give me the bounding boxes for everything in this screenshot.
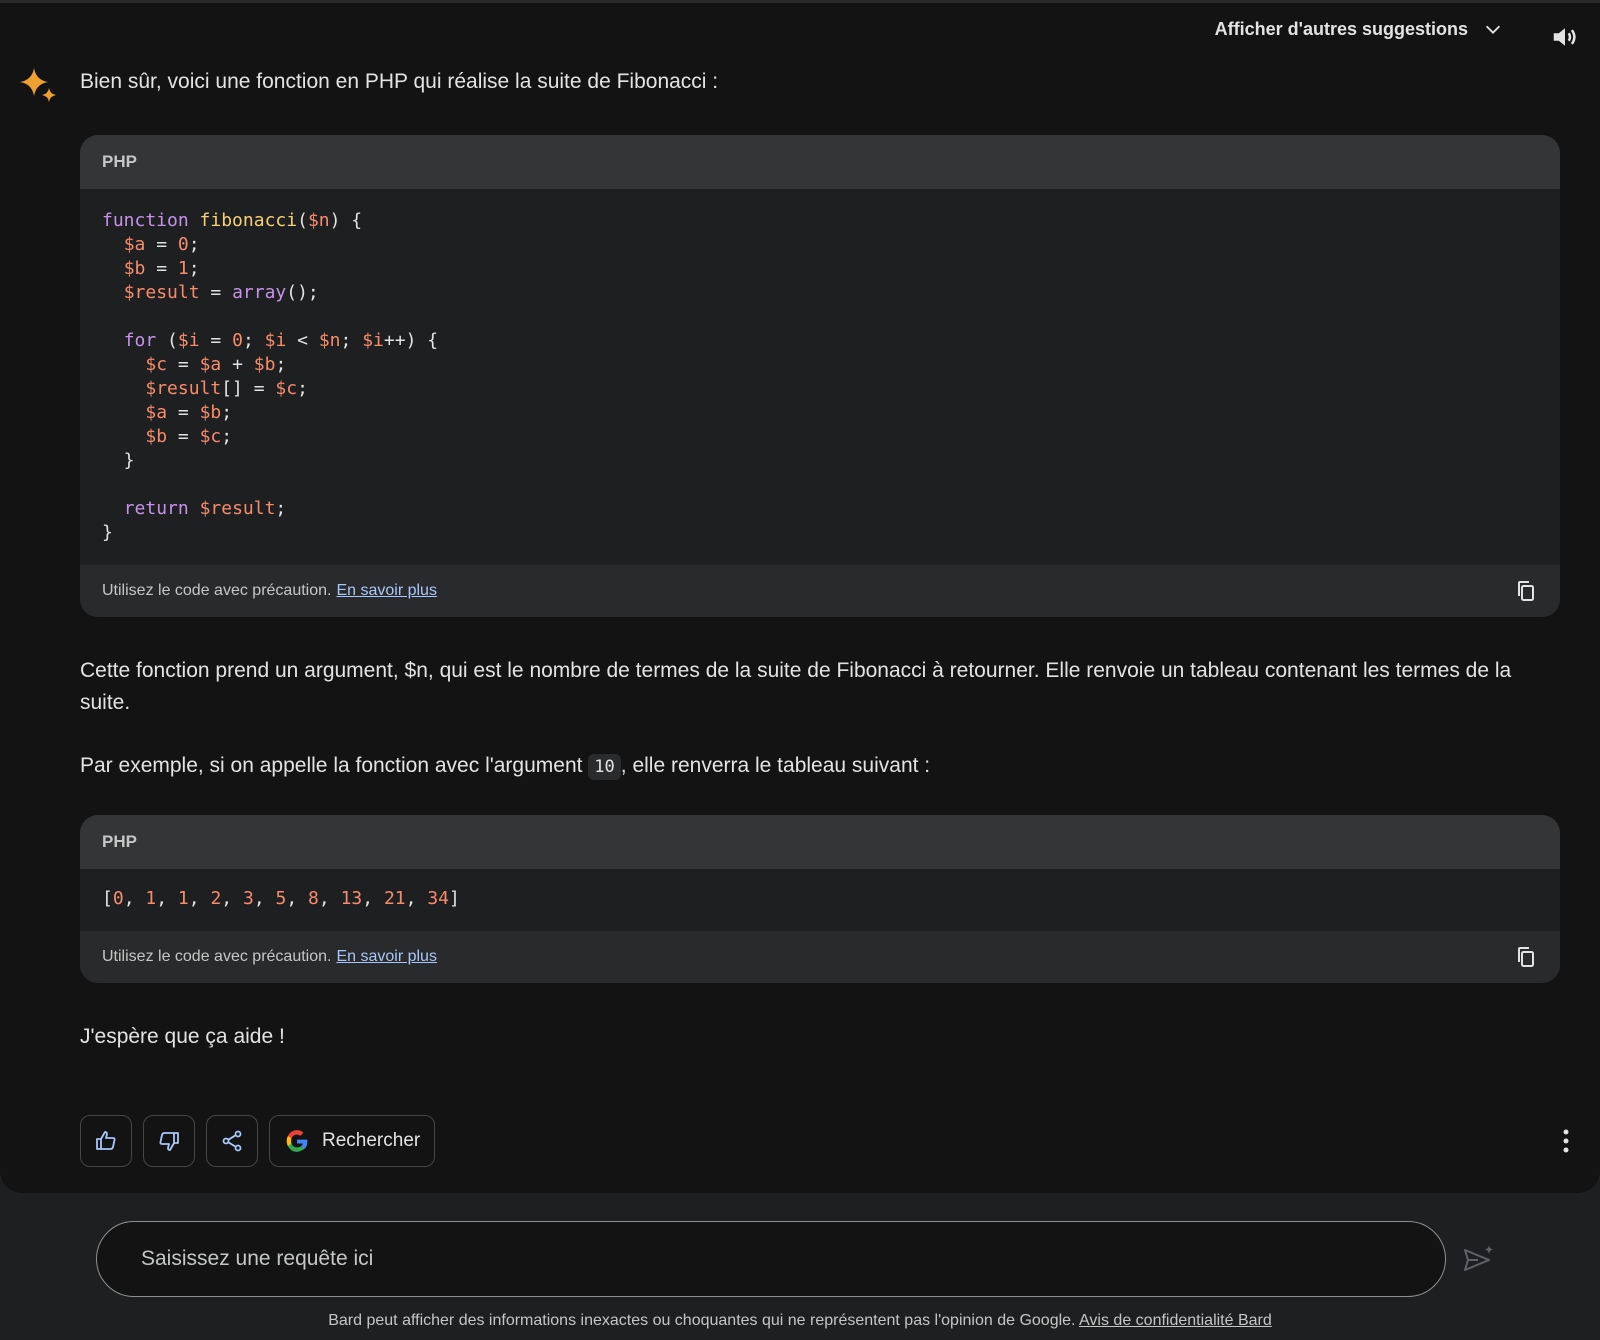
search-label: Rechercher (322, 1130, 421, 1151)
code-content[interactable]: [0, 1, 1, 2, 3, 5, 8, 13, 21, 34] (80, 869, 1560, 931)
output-value: 0 (112, 888, 124, 909)
copy-icon[interactable] (1514, 945, 1538, 969)
footer-disclaimer: Bard peut afficher des informations inex… (328, 1312, 1272, 1329)
privacy-link[interactable]: Avis de confidentialité Bard (1079, 1312, 1272, 1329)
output-value: 2 (210, 888, 222, 909)
copy-icon[interactable] (1514, 579, 1538, 603)
inline-code-argument: 10 (588, 754, 621, 780)
suggestions-label: Afficher d'autres suggestions (1214, 18, 1468, 39)
top-border (0, 0, 1600, 3)
thumbs-down-button[interactable] (143, 1115, 195, 1167)
output-value: 1 (145, 888, 157, 909)
output-value: 13 (340, 888, 363, 909)
response-actions: Rechercher (80, 1115, 436, 1167)
share-button[interactable] (206, 1115, 258, 1167)
google-search-button[interactable]: Rechercher (269, 1115, 436, 1167)
code-content[interactable]: function fibonacci($n) { $a = 0; $b = 1;… (80, 189, 1560, 565)
thumbs-down-icon (159, 1132, 179, 1151)
output-value: 21 (383, 888, 406, 909)
google-g-icon (286, 1130, 308, 1152)
prompt-input-container (96, 1221, 1446, 1297)
bard-sparkle-icon (20, 68, 56, 102)
closing-text: J'espère que ça aide ! (80, 1025, 285, 1048)
output-value: 1 (177, 888, 189, 909)
send-icon[interactable] (1462, 1243, 1496, 1277)
learn-more-link[interactable]: En savoir plus (336, 948, 437, 965)
prompt-input[interactable] (139, 1246, 1343, 1272)
explanation-text: Cette fonction prend un argument, $n, qu… (80, 659, 1512, 714)
code-footer: Utilisez le code avec précaution. En savo… (80, 565, 1560, 617)
show-suggestions-button[interactable]: Afficher d'autres suggestions (1215, 18, 1504, 40)
share-icon (222, 1130, 242, 1152)
code-caution: Utilisez le code avec précaution. En savo… (102, 948, 437, 965)
output-value: 8 (308, 888, 319, 909)
code-block-fibonacci: PHP function fibonacci($n) { $a = 0; $b … (80, 135, 1560, 617)
output-value: 34 (427, 888, 449, 909)
code-language-label: PHP (80, 815, 1560, 869)
code-footer: Utilisez le code avec précaution. En savo… (80, 931, 1560, 983)
speaker-icon[interactable] (1550, 22, 1580, 52)
output-value: 3 (242, 888, 254, 909)
output-value: 5 (275, 888, 287, 909)
response-intro: Bien sûr, voici une fonction en PHP qui … (80, 70, 719, 93)
more-options-icon[interactable] (1562, 1128, 1570, 1154)
code-block-output: PHP [0, 1, 1, 2, 3, 5, 8, 13, 21, 34] Ut… (80, 815, 1560, 983)
chevron-down-icon (1485, 25, 1501, 34)
example-text: Par exemple, si on appelle la fonction a… (80, 750, 1560, 783)
code-language-label: PHP (80, 135, 1560, 189)
thumbs-up-icon (96, 1131, 116, 1150)
thumbs-up-button[interactable] (80, 1115, 132, 1167)
code-caution: Utilisez le code avec précaution. En savo… (102, 582, 437, 599)
learn-more-link[interactable]: En savoir plus (336, 582, 437, 599)
